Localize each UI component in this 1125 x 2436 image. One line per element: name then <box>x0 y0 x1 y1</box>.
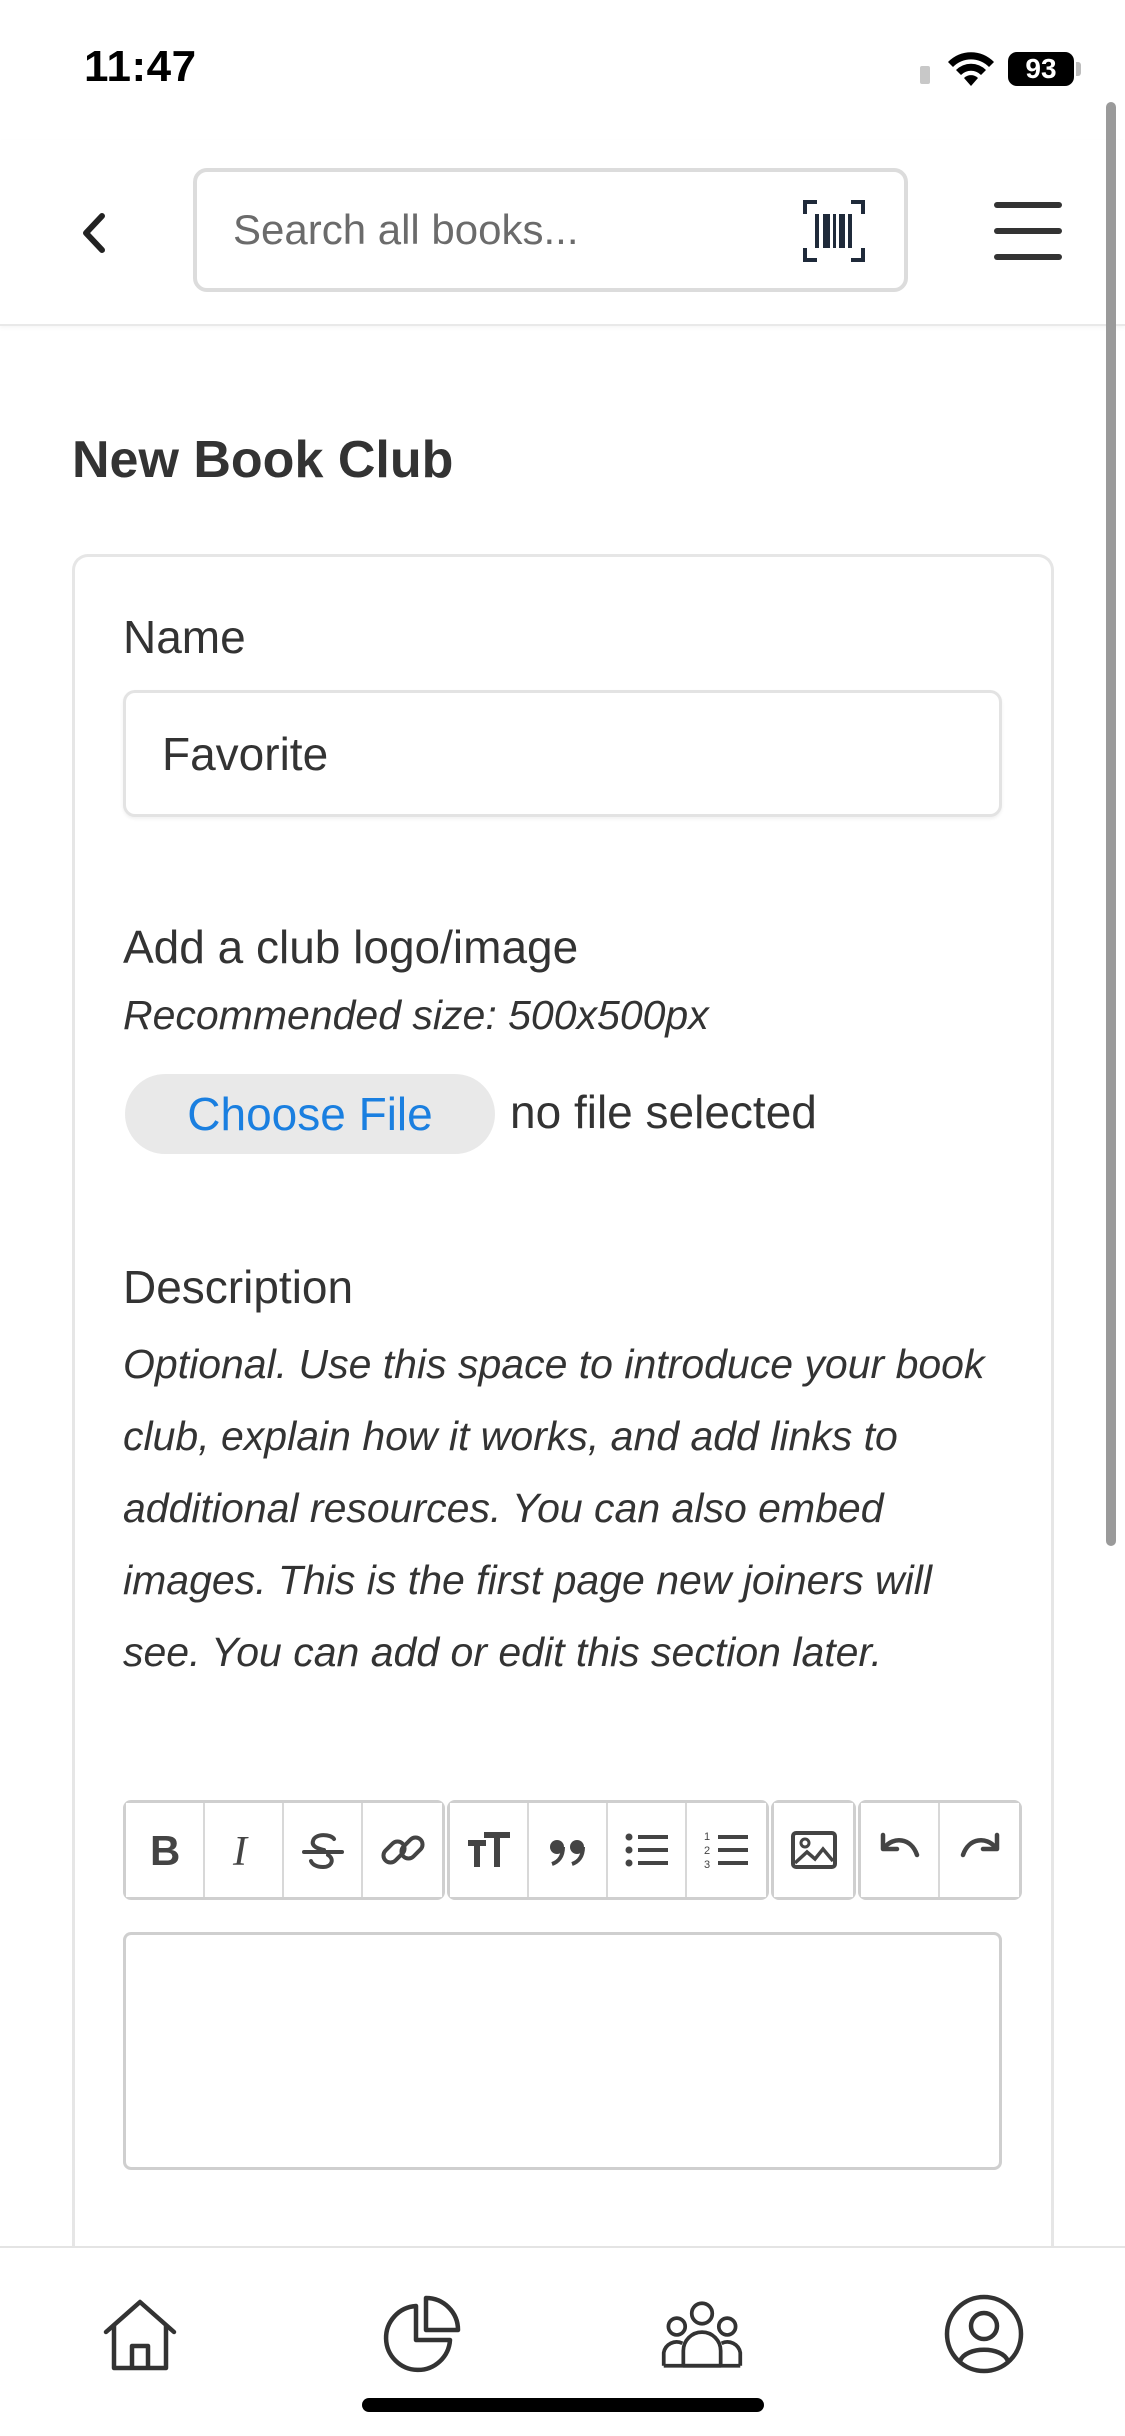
description-editor[interactable] <box>123 1932 1002 2170</box>
svg-text:B: B <box>150 1827 180 1874</box>
undo-icon <box>880 1832 919 1858</box>
svg-text:I: I <box>232 1829 249 1875</box>
link-icon <box>380 1835 425 1865</box>
text-format-group: B I <box>123 1800 445 1900</box>
choose-file-button[interactable]: Choose File <box>125 1074 495 1154</box>
wifi-icon <box>948 52 994 86</box>
page-title: New Book Club <box>72 431 454 489</box>
strikethrough-button[interactable] <box>284 1803 363 1897</box>
app-header <box>0 140 1125 326</box>
barcode-icon[interactable] <box>801 198 867 264</box>
search-box <box>193 168 908 292</box>
editor-toolbar: B I 1 2 3 <box>123 1800 1024 1900</box>
home-indicator <box>362 2398 764 2412</box>
bold-icon: B <box>150 1827 180 1874</box>
home-icon <box>103 2299 177 2371</box>
search-input[interactable] <box>233 172 773 288</box>
nav-profile[interactable] <box>942 2292 1026 2376</box>
name-label: Name <box>123 611 246 663</box>
numbered-list-icon: 1 2 3 <box>704 1831 748 1871</box>
svg-text:2: 2 <box>704 1845 710 1857</box>
quote-icon <box>549 1840 585 1866</box>
heading-button[interactable] <box>450 1803 529 1897</box>
status-bar: 11:47 93 <box>0 0 1125 140</box>
svg-text:3: 3 <box>704 1859 710 1871</box>
back-button[interactable] <box>60 200 126 266</box>
quote-button[interactable] <box>529 1803 608 1897</box>
profile-icon <box>944 2294 1024 2374</box>
scrollbar[interactable] <box>1106 102 1116 1546</box>
logo-label: Add a club logo/image <box>123 921 579 973</box>
battery-icon: 93 <box>1008 52 1074 86</box>
italic-icon: I <box>232 1829 249 1875</box>
nav-stats[interactable] <box>380 2292 464 2376</box>
stats-pie-icon <box>383 2295 461 2373</box>
block-format-group: 1 2 3 <box>447 1800 769 1900</box>
file-status: no file selected <box>510 1086 817 1138</box>
heading-icon <box>467 1832 510 1867</box>
italic-button[interactable]: I <box>205 1803 284 1897</box>
strikethrough-icon <box>301 1833 344 1870</box>
name-input[interactable] <box>126 693 999 814</box>
battery-nub <box>1076 62 1081 76</box>
nav-home[interactable] <box>98 2292 182 2376</box>
redo-button[interactable] <box>940 1803 1019 1897</box>
image-icon <box>790 1831 837 1869</box>
link-button[interactable] <box>363 1803 442 1897</box>
numbered-list-button[interactable]: 1 2 3 <box>687 1803 766 1897</box>
bold-button[interactable]: B <box>126 1803 205 1897</box>
history-group <box>858 1800 1022 1900</box>
chevron-left-icon <box>83 213 105 253</box>
svg-text:1: 1 <box>704 1831 710 1843</box>
name-field <box>123 690 1002 817</box>
bullet-list-button[interactable] <box>608 1803 687 1897</box>
cellular-signal-icon <box>920 66 930 84</box>
media-group <box>771 1800 856 1900</box>
logo-hint: Recommended size: 500x500px <box>123 992 709 1038</box>
undo-button[interactable] <box>861 1803 940 1897</box>
image-button[interactable] <box>774 1803 853 1897</box>
bullet-list-icon <box>625 1833 668 1867</box>
description-hint: Optional. Use this space to introduce yo… <box>123 1341 985 1675</box>
nav-community[interactable] <box>660 2292 744 2376</box>
status-time: 11:47 <box>84 42 197 91</box>
description-label: Description <box>123 1261 354 1313</box>
redo-icon <box>960 1832 999 1858</box>
hamburger-menu-icon[interactable] <box>990 196 1066 266</box>
community-icon <box>661 2301 743 2368</box>
